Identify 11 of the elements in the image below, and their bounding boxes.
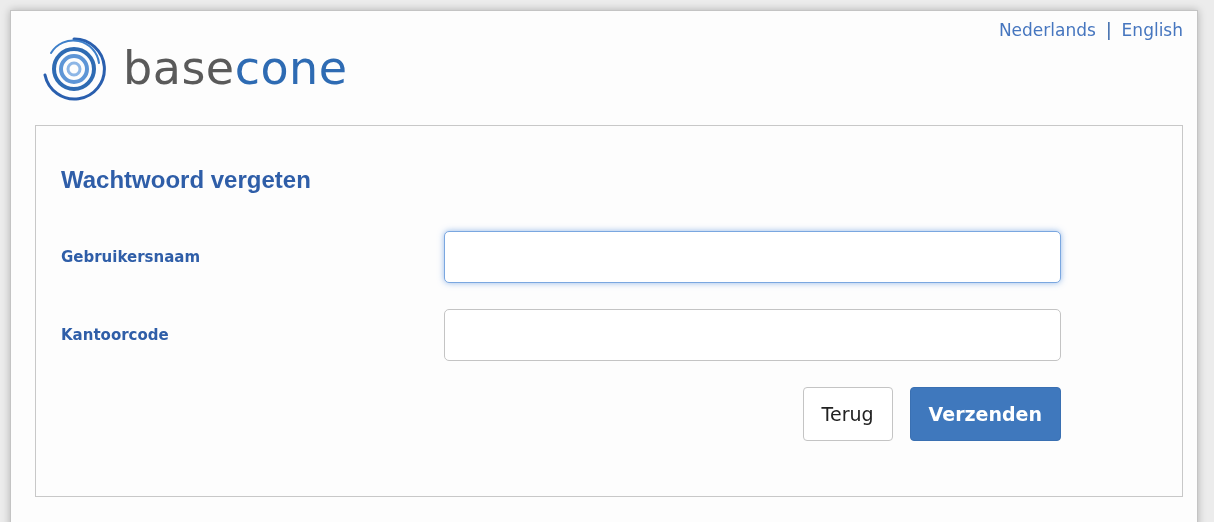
submit-button[interactable]: Verzenden (909, 387, 1061, 441)
language-link[interactable]: Nederlands (998, 20, 1096, 40)
input-field[interactable] (444, 231, 1061, 283)
form-title: Wachtwoord vergeten (61, 166, 312, 194)
logo-wordmark: basecone (123, 45, 348, 91)
back-button[interactable]: Terug (802, 387, 893, 441)
input-field[interactable] (444, 309, 1061, 361)
separator: | (1105, 20, 1112, 40)
field-label: Kantoorcode (61, 326, 170, 344)
field-label: Gebruikersnaam (61, 248, 202, 266)
language-link[interactable]: English (1121, 20, 1183, 40)
